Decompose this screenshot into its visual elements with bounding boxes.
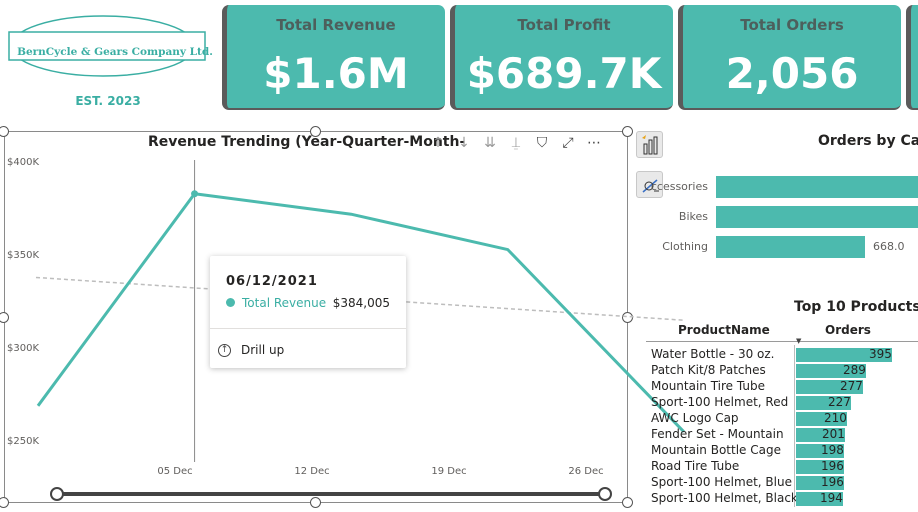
kpi-value: $689.7K (466, 49, 662, 98)
company-logo: BernCycle & Gears Company Ltd. EST. 2023 (8, 12, 214, 108)
drill-up-arrow-icon[interactable]: ↑ (429, 135, 447, 151)
category-label-accessories: ccessories (650, 180, 708, 193)
kpi-value: 2,056 (725, 49, 859, 98)
kpi-card-total-profit[interactable]: Total Profit $689.7K (450, 5, 673, 110)
category-label-bikes: Bikes (678, 210, 708, 223)
y-tick-label: $400K (7, 157, 40, 168)
category-bar-clothing[interactable] (716, 236, 865, 258)
kpi-card-total-revenue[interactable]: Total Revenue $1.6M (222, 5, 445, 110)
orders-value-cell: 196 (821, 459, 844, 473)
tooltip-series-label: Total Revenue (242, 296, 327, 310)
resize-handle-bottom-left[interactable] (0, 497, 9, 508)
bar-chart-icon (642, 135, 658, 155)
column-header-productname[interactable]: ProductName (678, 323, 770, 337)
double-arrow-down-icon[interactable]: ⇊ (481, 135, 499, 151)
company-name: BernCycle & Gears Company Ltd. (17, 46, 213, 58)
orders-value-cell: 395 (869, 347, 892, 361)
filter-icon[interactable]: ⛉ (533, 135, 551, 151)
kpi-card-partial[interactable] (906, 5, 918, 110)
tooltip-date: 06/12/2021 (226, 274, 318, 289)
product-name-cell: AWC Logo Cap (651, 411, 739, 425)
product-name-cell: Mountain Tire Tube (651, 379, 765, 393)
table-row[interactable]: Patch Kit/8 Patches 289 (646, 363, 918, 379)
drill-up-icon[interactable]: ↑ (218, 344, 231, 357)
resize-handle-bottom-right[interactable] (622, 497, 633, 508)
product-name-cell: Water Bottle - 30 oz. (651, 347, 775, 361)
table-row[interactable]: Mountain Bottle Cage 198 (646, 443, 918, 459)
more-options-icon[interactable]: ⋯ (585, 135, 603, 151)
product-name-cell: Patch Kit/8 Patches (651, 363, 766, 377)
y-tick-label: $250K (7, 436, 40, 447)
orders-value-cell: 277 (840, 379, 863, 393)
tooltip-divider (210, 328, 406, 329)
orders-value-cell: 196 (821, 475, 844, 489)
category-bar-accessories[interactable] (716, 176, 918, 198)
tooltip-value: $384,005 (332, 296, 390, 310)
orders-value-cell: 201 (822, 427, 845, 441)
table-row[interactable]: Road Tire Tube 196 (646, 459, 918, 475)
drill-up-action[interactable]: Drill up (241, 343, 284, 357)
product-name-cell: Sport-100 Helmet, Blue (651, 475, 792, 489)
product-name-cell: Mountain Bottle Cage (651, 443, 781, 457)
chart-tooltip: 06/12/2021 Total Revenue $384,005 ↑ Dril… (210, 256, 406, 368)
y-tick-label: $350K (7, 250, 40, 261)
kpi-title: Total Revenue (276, 16, 396, 34)
expand-hierarchy-icon[interactable]: ⍊ (507, 135, 525, 151)
resize-handle-top-right[interactable] (622, 126, 633, 137)
orders-by-category-title: Orders by Cate (818, 133, 918, 149)
chart-title: Revenue Trending (Year-Quarter-Month- (148, 134, 466, 150)
resize-handle-bottom[interactable] (310, 497, 321, 508)
orders-value-cell: 210 (824, 411, 847, 425)
product-name-cell: Fender Set - Mountain (651, 427, 784, 441)
table-row[interactable]: Sport-100 Helmet, Blue 196 (646, 475, 918, 491)
visual-header-toolbar: ↑ ↓ ⇊ ⍊ ⛉ ⤢ ⋯ (429, 135, 603, 151)
top-products-title: Top 10 Products b (794, 299, 918, 315)
drill-down-arrow-icon[interactable]: ↓ (455, 135, 473, 151)
sort-descending-icon[interactable]: ▼ (796, 337, 801, 345)
category-value-clothing: 668.0 (873, 240, 905, 253)
format-visual-button[interactable] (636, 131, 663, 158)
x-tick-label: 19 Dec (431, 466, 467, 477)
series-color-dot (226, 298, 235, 307)
kpi-value: $1.6M (263, 49, 409, 98)
x-tick-label: 12 Dec (294, 466, 330, 477)
established-year: EST. 2023 (75, 94, 141, 108)
category-label-clothing: Clothing (662, 240, 708, 253)
focus-mode-icon[interactable]: ⤢ (559, 135, 577, 151)
product-name-cell: Sport-100 Helmet, Red (651, 395, 789, 409)
product-name-cell: Road Tire Tube (651, 459, 740, 473)
table-row[interactable]: Water Bottle - 30 oz. 395 (646, 347, 918, 363)
table-row[interactable]: Mountain Tire Tube 277 (646, 379, 918, 395)
header-divider (646, 341, 918, 342)
kpi-card-total-orders[interactable]: Total Orders 2,056 (678, 5, 901, 110)
orders-value-cell: 289 (843, 363, 866, 377)
table-row[interactable]: Fender Set - Mountain 201 (646, 427, 918, 443)
resize-handle-right[interactable] (622, 312, 633, 323)
table-row[interactable]: AWC Logo Cap 210 (646, 411, 918, 427)
table-row[interactable]: Sport-100 Helmet, Black 194 (646, 491, 918, 507)
category-bar-bikes[interactable] (716, 206, 918, 228)
orders-value-cell: 198 (821, 443, 844, 457)
kpi-title: Total Orders (740, 16, 844, 34)
x-tick-label: 26 Dec (568, 466, 604, 477)
orders-value-cell: 194 (820, 491, 843, 505)
table-row[interactable]: Sport-100 Helmet, Red 227 (646, 395, 918, 411)
product-name-cell: Sport-100 Helmet, Black (651, 491, 798, 505)
x-tick-label: 05 Dec (157, 466, 193, 477)
y-tick-label: $300K (7, 343, 40, 354)
column-header-orders[interactable]: Orders (825, 323, 871, 337)
kpi-title: Total Profit (517, 16, 611, 34)
orders-value-cell: 227 (828, 395, 851, 409)
